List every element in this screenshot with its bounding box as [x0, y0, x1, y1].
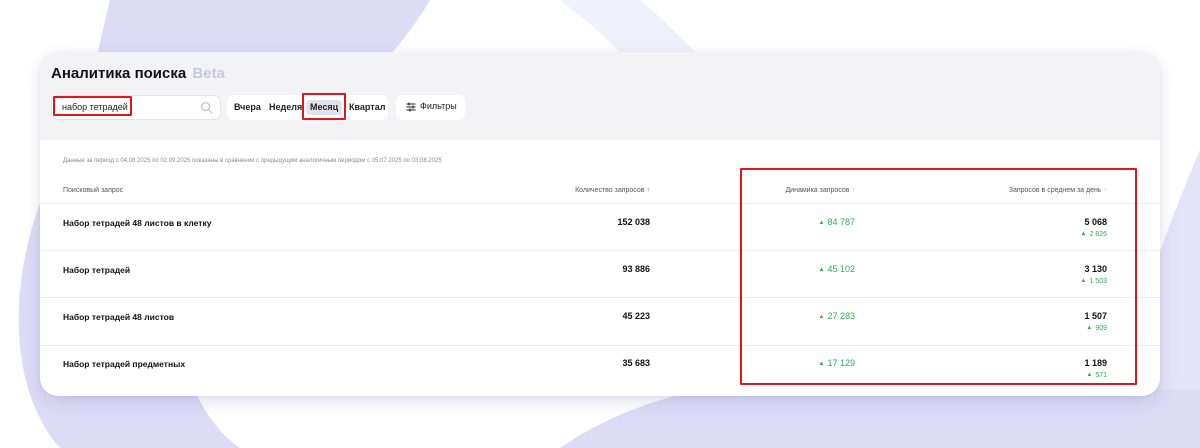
column-header-query-label: Поисковый запрос [63, 187, 124, 194]
row-divider [40, 250, 1160, 251]
table-row-count: 152 038 [617, 217, 650, 227]
table-row-count: 93 886 [622, 264, 650, 274]
table-row-avg-delta: ▲ 571 [1086, 372, 1107, 379]
row-divider [40, 345, 1160, 346]
column-header-query: Поисковый запрос [63, 187, 123, 194]
trend-up-icon: ▲ [818, 267, 825, 273]
table-row-dynamics-value: 84 787 [827, 217, 855, 227]
column-header-dynamics[interactable]: Динамика запросов ↑ [785, 187, 855, 194]
table-row-avg-delta-value: 909 [1095, 325, 1107, 332]
sliders-icon [406, 102, 416, 112]
row-divider [40, 297, 1160, 298]
table-row-avg-delta: ▲ 1 503 [1081, 278, 1107, 285]
table-row-avg-delta-value: 571 [1095, 372, 1107, 379]
page-title: Аналитика поиска Beta [51, 65, 225, 82]
period-quarter-button[interactable]: Квартал [349, 100, 385, 115]
period-yesterday-button[interactable]: Вчера [234, 100, 261, 115]
table-row-avg: 5 068 [1084, 217, 1107, 227]
period-week-button[interactable]: Неделя [269, 100, 302, 115]
sort-up-icon[interactable]: ↑ [647, 187, 651, 194]
filters-label: Фильтры [420, 101, 457, 111]
trend-up-icon: ▲ [1080, 231, 1087, 237]
trend-up-icon: ▲ [1086, 325, 1093, 331]
table-row-count: 35 683 [622, 358, 650, 368]
column-header-dynamics-label: Динамика запросов [785, 187, 850, 194]
trend-up-icon: ▲ [818, 361, 825, 367]
table-row-dynamics: ▲ 84 787 [819, 217, 855, 227]
table-row-avg: 1 189 [1084, 358, 1107, 368]
table-row-avg-delta: ▲ 2 826 [1081, 231, 1107, 238]
table-row-dynamics: ▲ 27 283 [819, 311, 855, 321]
trend-up-icon: ▲ [818, 220, 825, 226]
column-header-count[interactable]: Количество запросов ↑ [575, 187, 650, 194]
table-row-dynamics: ▲ 17 129 [819, 358, 855, 368]
row-divider [40, 203, 1160, 204]
search-analytics-card: Аналитика поиска Beta набор тетрадей Вче… [40, 52, 1160, 396]
filters-button[interactable]: Фильтры [396, 95, 465, 120]
table-row-query[interactable]: Набор тетрадей 48 листов [63, 312, 174, 322]
page-title-text: Аналитика поиска [51, 65, 187, 82]
trend-up-icon: ▲ [1086, 372, 1093, 378]
search-icon[interactable] [200, 101, 213, 114]
period-selector: Вчера Неделя Месяц Квартал [227, 95, 388, 120]
table-row-avg: 3 130 [1084, 264, 1107, 274]
search-input-value[interactable]: набор тетрадей [62, 102, 128, 112]
column-header-count-label: Количество запросов [575, 187, 645, 194]
column-header-avg-label: Запросов в среднем за день [1008, 187, 1102, 194]
table-row-avg: 1 507 [1084, 311, 1107, 321]
table-row-avg-delta: ▲ 909 [1086, 325, 1107, 332]
table-row-dynamics-value: 27 283 [827, 311, 855, 321]
trend-up-icon: ▲ [818, 314, 825, 320]
table-row-dynamics-value: 45 102 [827, 264, 855, 274]
table-row-query[interactable]: Набор тетрадей предметных [63, 359, 185, 369]
table-row-query[interactable]: Набор тетрадей [63, 265, 130, 275]
search-input[interactable]: набор тетрадей [51, 95, 221, 120]
table-row-count: 45 223 [622, 311, 650, 321]
sort-up-icon[interactable]: ↑ [1104, 187, 1108, 194]
period-note: Данные за период с 04.08.2025 по 02.09.2… [63, 158, 442, 164]
table-row-avg-delta-value: 1 503 [1089, 278, 1107, 285]
table-row-dynamics-value: 17 129 [827, 358, 855, 368]
table-row-query[interactable]: Набор тетрадей 48 листов в клетку [63, 218, 211, 228]
table-row-avg-delta-value: 2 826 [1089, 231, 1107, 238]
table-row-dynamics: ▲ 45 102 [819, 264, 855, 274]
column-header-avg[interactable]: Запросов в среднем за день ↑ [1009, 187, 1107, 194]
period-month-button[interactable]: Месяц [306, 100, 343, 115]
trend-up-icon: ▲ [1080, 278, 1087, 284]
sort-up-icon[interactable]: ↑ [852, 187, 856, 194]
beta-badge: Beta [192, 65, 225, 82]
